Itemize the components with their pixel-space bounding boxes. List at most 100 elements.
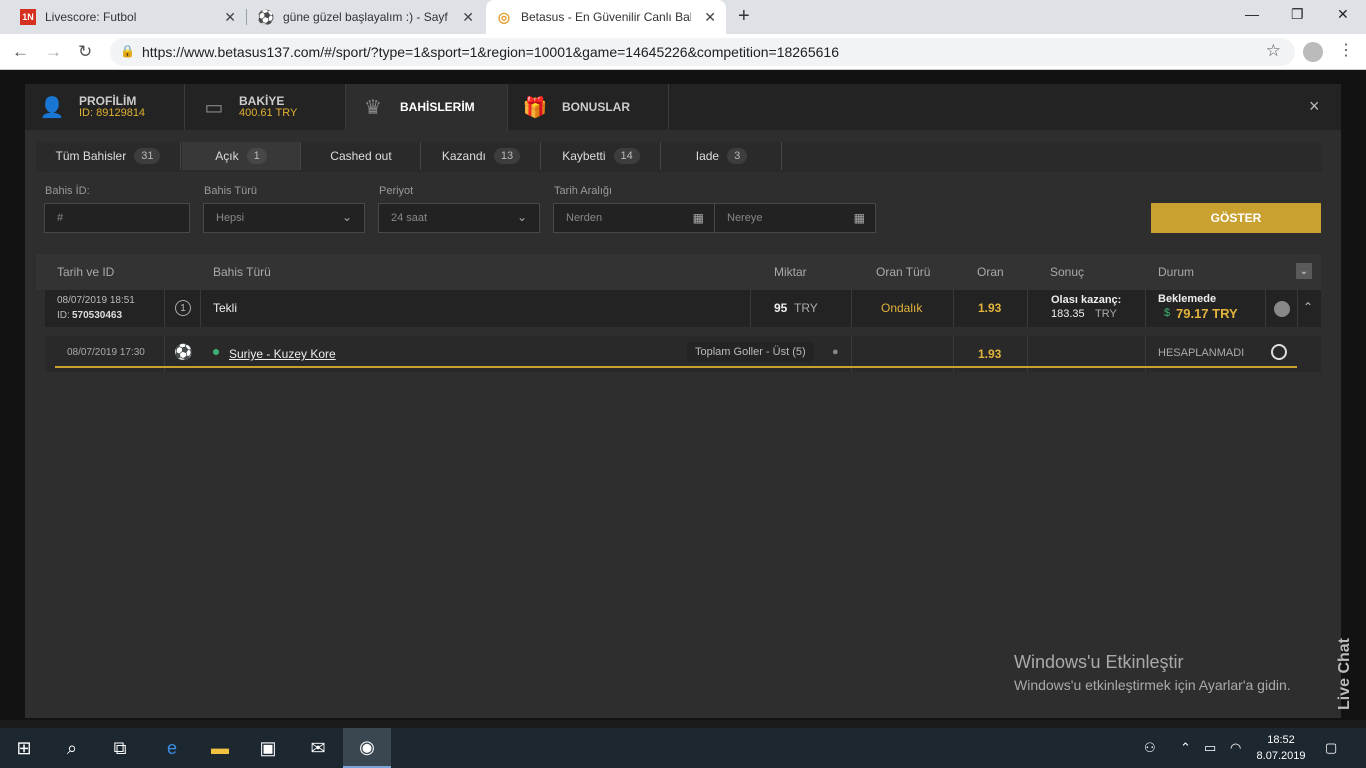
calendar-icon[interactable]: ▦ xyxy=(693,211,704,225)
new-tab-icon[interactable]: + xyxy=(738,5,750,28)
period-select[interactable]: 24 saat ⌄ xyxy=(378,203,540,233)
filter-tab-cashed-out[interactable]: Cashed out xyxy=(302,142,421,170)
expand-all-icon[interactable]: ⌄ xyxy=(1296,263,1312,279)
modal-close-icon[interactable]: × xyxy=(1309,96,1320,117)
address-toolbar: ← → ↻ 🔒 https://www.betasus137.com/#/spo… xyxy=(0,34,1366,70)
possible-win: 183.35 xyxy=(1051,308,1085,320)
wifi-icon[interactable]: ◠ xyxy=(1230,740,1241,756)
back-icon[interactable]: ← xyxy=(12,42,29,62)
battery-icon[interactable]: ▭ xyxy=(1204,740,1216,756)
file-explorer-icon[interactable]: ▬ xyxy=(196,728,244,768)
gift-icon: 🎁 xyxy=(522,96,548,119)
filter-tab-label: Kaybetti xyxy=(562,149,606,163)
taskbar-clock[interactable]: 18:52 8.07.2019 xyxy=(1256,732,1306,764)
chevron-down-icon: ⌄ xyxy=(516,210,527,224)
header-odds: Oran xyxy=(977,265,1004,279)
date-to-input[interactable]: Nereye ▦ xyxy=(714,203,876,233)
browser-tab-forum[interactable]: ⚽ güne güzel başlayalım :) - Sayfa 1 ✕ xyxy=(248,0,484,34)
live-chat-tab[interactable]: Live Chat xyxy=(1336,600,1356,710)
browser-tab-strip: 1N Livescore: Futbol ✕ ⚽ güne güzel başl… xyxy=(0,0,1366,34)
tab-balance[interactable]: ▭ BAKİYE 400.61 TRY xyxy=(185,84,346,130)
tab-profile-id: ID: 89129814 xyxy=(79,107,146,119)
period-label: Periyot xyxy=(379,185,414,197)
filter-tab-lost[interactable]: Kaybetti 14 xyxy=(542,142,661,170)
header-type: Bahis Türü xyxy=(213,265,271,279)
omnibox[interactable]: 🔒 https://www.betasus137.com/#/sport/?ty… xyxy=(110,38,1295,66)
possible-win-label: Olası kazanç: xyxy=(1051,294,1122,306)
selection-underline xyxy=(55,366,1297,368)
filter-tab-label: Açık xyxy=(215,149,239,163)
bet-odds-type-cell: Ondalık xyxy=(852,290,954,327)
show-button[interactable]: GÖSTER xyxy=(1151,203,1321,233)
close-icon[interactable]: ✕ xyxy=(462,9,474,26)
browser-tab-livescore[interactable]: 1N Livescore: Futbol ✕ xyxy=(10,0,246,34)
mail-icon[interactable]: ✉ xyxy=(294,728,342,768)
store-icon[interactable]: ▣ xyxy=(244,728,292,768)
tab-my-bets-title: BAHİSLERİM xyxy=(400,100,475,114)
bet-date: 08/07/2019 18:51 xyxy=(57,295,135,306)
chevron-up-icon[interactable]: ⌃ xyxy=(1180,740,1191,756)
bet-row[interactable]: 08/07/2019 18:51 ID: 570530463 1 Tekli 9… xyxy=(45,290,1321,327)
chrome-icon[interactable]: ◉ xyxy=(343,728,391,768)
calendar-icon[interactable]: ▦ xyxy=(854,211,865,225)
chevron-up-icon[interactable]: ⌃ xyxy=(1303,300,1313,314)
filter-tab-refund[interactable]: Iade 3 xyxy=(662,142,782,170)
bet-type: Tekli xyxy=(213,301,238,315)
maximize-icon[interactable]: ❐ xyxy=(1291,6,1304,23)
browser-tab-betasus[interactable]: ◎ Betasus - En Güvenilir Canlı Bahis ✕ xyxy=(486,0,726,34)
reload-icon[interactable]: ↻ xyxy=(78,42,92,62)
edge-icon[interactable]: e xyxy=(148,728,196,768)
bet-type-select[interactable]: Hepsi ⌄ xyxy=(203,203,365,233)
filter-tab-all[interactable]: Tüm Bahisler 31 xyxy=(36,142,181,170)
filter-tab-count: 1 xyxy=(246,148,267,164)
lock-icon: 🔒 xyxy=(120,44,135,58)
bet-odds-type: Ondalık xyxy=(881,301,923,315)
selection-date: 08/07/2019 17:30 xyxy=(67,347,145,358)
bet-id-placeholder: # xyxy=(57,212,64,224)
notification-icon[interactable]: ▢ xyxy=(1325,740,1337,756)
filter-tab-count: 3 xyxy=(727,148,748,164)
windows-taskbar: ⊞ ⌕ ⧉ e ▬ ▣ ✉ ◉ ⚇ ⌃ ▭ ◠ 18:52 8.07.2019 … xyxy=(0,728,1366,768)
date-from-input[interactable]: Nerden ▦ xyxy=(553,203,715,233)
windows-start-icon[interactable]: ⊞ xyxy=(0,728,48,768)
bet-count-badge: 1 xyxy=(175,300,191,316)
profile-avatar[interactable] xyxy=(1303,42,1323,62)
cashout-icon[interactable]: $ xyxy=(1164,307,1170,319)
tab-profile[interactable]: 👤 PROFİLİM ID: 89129814 xyxy=(25,84,185,130)
tab-title: Livescore: Futbol xyxy=(45,10,137,24)
tab-my-bets[interactable]: ♛ BAHİSLERİM xyxy=(346,84,508,130)
bet-id: 570530463 xyxy=(72,310,123,321)
market-tag: Toplam Goller - Üst (5) xyxy=(687,342,814,362)
bet-amount-cell: 95 TRY xyxy=(751,290,852,327)
bet-clock-cell xyxy=(1266,290,1298,327)
tab-title: güne güzel başlayalım :) - Sayfa 1 xyxy=(283,10,448,24)
tab-bonuses[interactable]: 🎁 BONUSLAR xyxy=(508,84,669,130)
taskbar-time: 18:52 xyxy=(1267,734,1295,746)
people-icon[interactable]: ⚇ xyxy=(1144,740,1156,756)
soccer-ball-icon: ⚽ xyxy=(174,344,193,361)
filter-tab-won[interactable]: Kazandı 13 xyxy=(422,142,541,170)
selection-match-link[interactable]: Suriye - Kuzey Kore xyxy=(229,347,336,361)
tab-title: Betasus - En Güvenilir Canlı Bahis xyxy=(521,10,691,24)
window-close-icon[interactable]: ✕ xyxy=(1337,6,1349,23)
menu-kebab-icon[interactable]: ⋮ xyxy=(1338,40,1354,60)
minimize-icon[interactable]: — xyxy=(1245,6,1259,22)
filter-tab-open[interactable]: Açık 1 xyxy=(182,142,301,170)
forward-icon[interactable]: → xyxy=(45,42,62,62)
bet-status: Beklemede xyxy=(1158,293,1217,305)
date-to-placeholder: Nereye xyxy=(727,212,763,224)
bookmark-star-icon[interactable]: ☆ xyxy=(1266,41,1281,61)
close-icon[interactable]: ✕ xyxy=(704,9,716,26)
info-icon[interactable]: ● xyxy=(832,346,839,358)
bet-type-label: Bahis Türü xyxy=(204,185,257,197)
task-view-icon[interactable]: ⧉ xyxy=(96,728,144,768)
filter-tab-count: 13 xyxy=(493,148,521,164)
search-icon[interactable]: ⌕ xyxy=(48,728,96,768)
taskbar-date: 8.07.2019 xyxy=(1256,750,1306,762)
bet-id-input[interactable]: # xyxy=(44,203,190,233)
bet-id-prefix: ID: xyxy=(57,310,70,321)
clock-icon xyxy=(1271,344,1287,360)
close-icon[interactable]: ✕ xyxy=(224,9,236,26)
url-text[interactable]: https://www.betasus137.com/#/sport/?type… xyxy=(142,44,839,60)
cashout-amount[interactable]: 79.17 TRY xyxy=(1176,306,1238,321)
